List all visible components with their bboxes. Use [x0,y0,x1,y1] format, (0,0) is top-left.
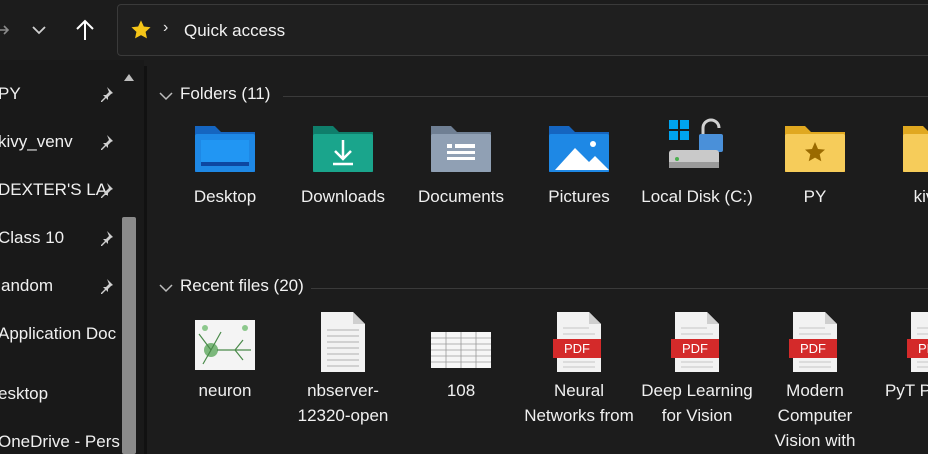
tile-label: 108 [446,381,476,400]
sidebar-item-class-10[interactable]: Class 10 [0,218,122,258]
arrow-right-icon [0,25,10,35]
tile-label: Downloads [300,187,386,206]
pdf-icon: PDF [789,312,837,372]
pdf-badge-text: PDF [800,341,826,356]
tile-label: Documents [418,187,504,206]
tile-label: nbserver-12320-open [297,381,389,425]
address-bar[interactable]: › Quick access [117,4,928,56]
chevron-down-icon[interactable] [159,88,173,106]
sidebar-item-py[interactable]: PY [0,74,122,114]
sidebar-item-onedrive[interactable]: OneDrive - Pers [0,422,122,454]
star-icon [130,19,152,46]
pdf-badge-text: PDF [564,341,590,356]
pdf-icon: PDF [907,312,928,372]
tile-label: Neural Networks from [524,381,634,425]
sidebar-item-desktop[interactable]: esktop [0,374,122,414]
spreadsheet-thumbnail-icon [431,332,491,368]
section-divider [311,288,928,289]
tile-label: Modern Computer Vision with [774,381,856,450]
content-pane: Folders (11) Desktop Downloads Documents [147,60,928,454]
tile-label: neuron [198,381,252,400]
pictures-folder-icon [549,126,609,172]
sidebar-scrollbar[interactable] [122,60,136,454]
sidebar-item-application-documents[interactable]: Application Doc [0,314,122,354]
pdf-badge-text: PDF [918,341,928,356]
arrow-up-icon [76,19,94,40]
scroll-up-arrow-icon[interactable] [124,74,134,81]
tile-label: PyT Po Refe [884,381,928,400]
up-button[interactable] [70,12,100,48]
recent-files-section-header[interactable]: Recent files (20) [159,274,928,300]
pdf-badge-text: PDF [682,341,708,356]
tile-label: Pictures [548,187,610,206]
sidebar-item-label: Application Doc [0,324,117,343]
pin-icon [98,134,114,155]
pin-icon [98,230,114,251]
text-file-icon [321,312,365,372]
pin-icon [98,182,114,203]
pin-icon [98,86,114,107]
sidebar-item-random[interactable]: andom [0,266,122,306]
folders-section-header[interactable]: Folders (11) [159,82,928,108]
section-divider [283,96,928,97]
forward-button[interactable] [0,12,18,48]
section-title: Folders (11) [180,84,271,103]
tile-label: Local Disk (C:) [641,187,753,206]
sidebar-item-label: esktop [0,384,49,403]
folder-icon [903,126,928,172]
chevron-down-icon [32,26,46,35]
image-thumbnail-icon [195,320,255,370]
sidebar-item-dexters-lab[interactable]: DEXTER'S LA [0,170,122,210]
sidebar-item-label: Class 10 [0,228,65,247]
breadcrumb-quick-access[interactable]: Quick access [184,21,285,41]
tile-label: Deep Learning for Vision [641,381,753,425]
pdf-icon: PDF [553,312,601,372]
recent-locations-button[interactable] [24,12,54,48]
scrollbar-thumb[interactable] [122,217,136,454]
desktop-folder-icon [195,126,255,172]
title-toolbar: › Quick access [0,0,928,60]
local-disk-icon [669,118,723,168]
tile-label: Desktop [193,187,257,206]
sidebar-item-kivy-venv[interactable]: kivy_venv [0,122,122,162]
pin-icon [98,278,114,299]
documents-folder-icon [431,126,491,172]
breadcrumb-separator[interactable]: › [163,19,168,37]
sidebar-item-label: PY [0,84,21,103]
starred-folder-icon [785,126,845,172]
chevron-down-icon[interactable] [159,280,173,298]
sidebar-item-label: OneDrive - Pers [0,432,120,451]
section-title: Recent files (20) [180,276,304,295]
sidebar-item-label: DEXTER'S LA [0,180,108,199]
sidebar-item-label: kivy_venv [0,132,73,151]
sidebar-item-label: andom [1,276,53,295]
tile-label: PY [803,187,827,206]
tile-label: kivy_ [913,187,928,206]
downloads-folder-icon [313,126,373,172]
pdf-icon: PDF [671,312,719,372]
